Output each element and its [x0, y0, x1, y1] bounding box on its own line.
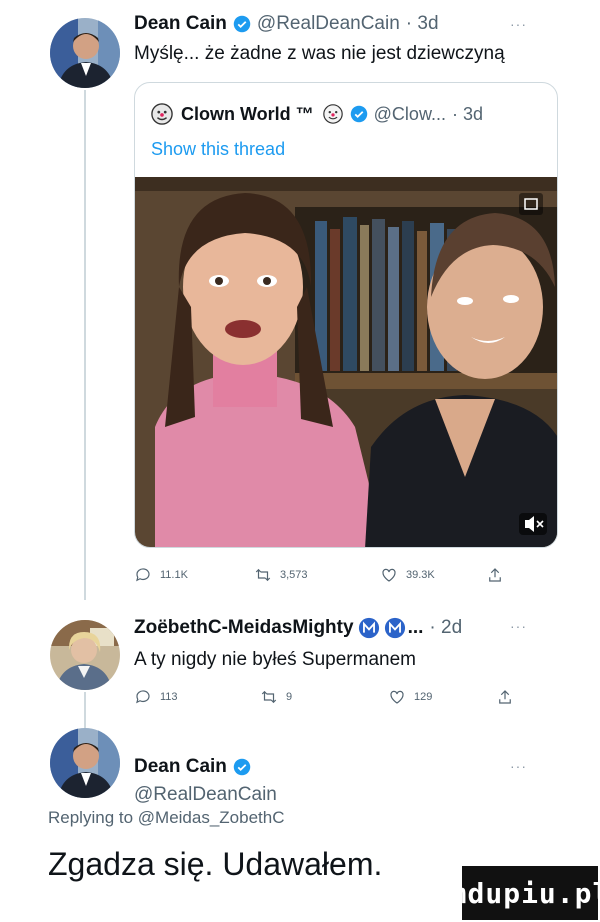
share-button[interactable] — [496, 688, 514, 706]
tweet-time[interactable]: · 3d — [406, 13, 439, 35]
author-handle[interactable]: @RealDeanCain — [134, 784, 277, 806]
tweet-text: Myślę... że żadne z was nie jest dziewcz… — [134, 43, 505, 64]
author-handle[interactable]: @RealDeanCain — [257, 13, 400, 35]
replying-to-line: Replying to @Meidas_ZobethC — [48, 808, 285, 828]
tweet2-header: ZoëbethC-MeidasMighty ... · 2d — [134, 617, 462, 639]
quote-handle[interactable]: @Clow... — [374, 104, 446, 125]
reply-count: 11.1K — [160, 569, 188, 581]
reply-count: 113 — [160, 691, 178, 703]
retweet-button[interactable]: 9 — [260, 688, 388, 706]
author-name[interactable]: ZoëbethC-MeidasMighty — [134, 617, 354, 639]
name-ellipsis: ... — [407, 617, 424, 638]
tweet-text-large: Zgadza się. Udawałem. — [48, 846, 383, 882]
retweet-icon — [261, 690, 277, 704]
avatar-dean-cain[interactable] — [50, 18, 120, 88]
tweet-time[interactable]: · 2d — [429, 617, 462, 639]
retweet-count: 9 — [286, 691, 293, 703]
replying-handle-link[interactable]: @Meidas_ZobethC — [138, 808, 285, 827]
m-badge-icon — [358, 617, 379, 639]
quoted-tweet-card[interactable]: Clown World ™ @Clow... · 3d Show this th… — [134, 82, 558, 548]
quote-author-name[interactable]: Clown World ™ — [181, 104, 314, 125]
avatar-zoebeth[interactable] — [50, 620, 120, 690]
heart-icon — [390, 690, 404, 704]
thread-connector-line-2 — [84, 692, 86, 728]
author-name[interactable]: Dean Cain — [134, 13, 227, 35]
reply-icon — [136, 568, 150, 582]
retweet-button[interactable]: 3,573 — [254, 566, 380, 584]
quote-header: Clown World ™ @Clow... · 3d — [151, 103, 483, 125]
more-options-icon[interactable]: ··· — [510, 618, 527, 634]
quote-avatar-icon — [151, 103, 173, 125]
share-button[interactable] — [486, 566, 504, 584]
quote-time[interactable]: · 3d — [452, 104, 483, 125]
retweet-count: 3,573 — [280, 569, 308, 581]
tweet-text: A ty nigdy nie byłeś Supermanem — [134, 649, 416, 670]
like-button[interactable]: 39.3K — [380, 566, 486, 584]
reply-button[interactable]: 11.1K — [134, 566, 254, 584]
quote-verified-icon — [350, 105, 367, 123]
retweet-icon — [255, 568, 271, 582]
m-badge-icon-2 — [384, 617, 405, 639]
reply-button[interactable]: 113 — [134, 688, 260, 706]
reply-icon — [136, 690, 150, 704]
verified-icon — [233, 15, 251, 33]
tweet1-action-bar: 11.1K 3,573 39.3K — [134, 566, 504, 584]
author-name[interactable]: Dean Cain — [134, 756, 227, 778]
verified-icon — [233, 758, 251, 776]
share-icon — [499, 690, 511, 704]
video-thumbnail[interactable] — [135, 177, 557, 547]
like-count: 129 — [414, 691, 433, 703]
more-options-icon[interactable]: ··· — [510, 16, 527, 32]
replying-prefix: Replying to — [48, 808, 138, 827]
like-button[interactable]: 129 — [388, 688, 496, 706]
share-icon — [489, 568, 501, 582]
clown-emoji-icon — [322, 104, 343, 124]
thread-connector-line — [84, 90, 86, 600]
heart-icon — [382, 568, 396, 582]
tweet2-action-bar: 113 9 129 — [134, 688, 514, 706]
show-thread-link[interactable]: Show this thread — [151, 139, 285, 160]
more-options-icon[interactable]: ··· — [510, 758, 527, 774]
avatar-dean-cain[interactable] — [50, 728, 120, 798]
tweet-header: Dean Cain @RealDeanCain · 3d — [134, 13, 439, 35]
site-watermark: mdupiu.pl — [450, 866, 600, 920]
tweet3-header: Dean Cain — [134, 756, 257, 778]
like-count: 39.3K — [406, 569, 435, 581]
